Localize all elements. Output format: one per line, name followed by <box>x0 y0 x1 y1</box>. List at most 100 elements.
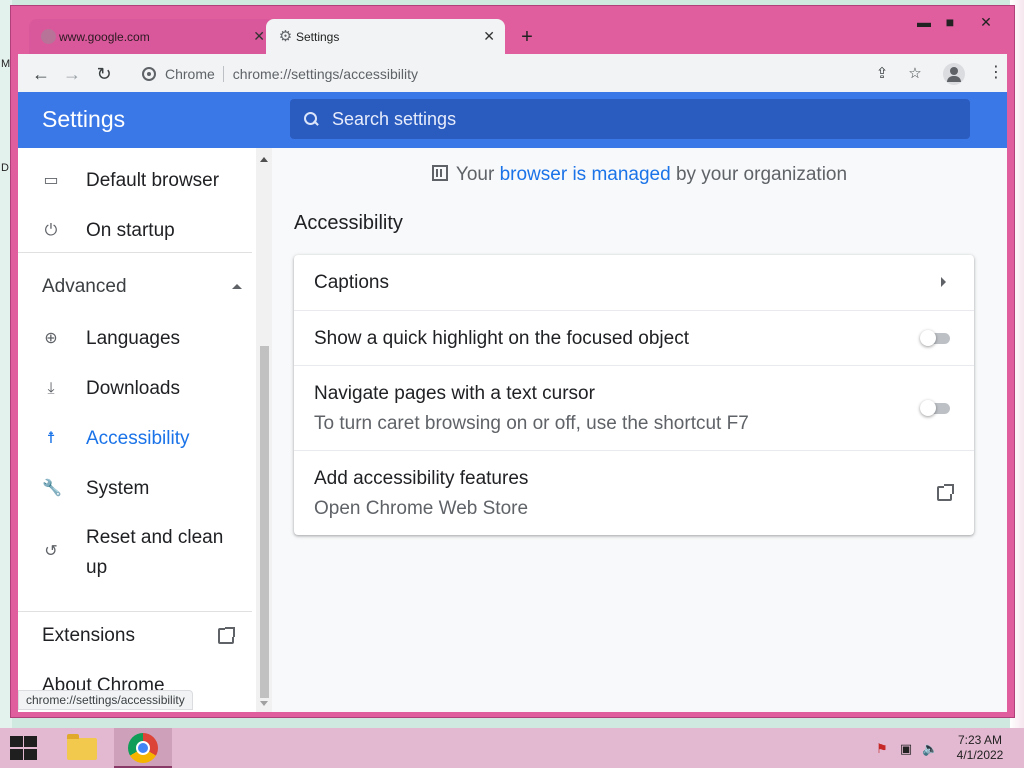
scroll-down-arrow-icon[interactable] <box>260 701 268 706</box>
gear-favicon-icon: ⚙ <box>278 28 293 45</box>
row-subtitle: Open Chrome Web Store <box>314 498 529 519</box>
captions-row[interactable]: Captions <box>294 255 974 310</box>
settings-main: Your browser is managed by your organiza… <box>272 148 1007 712</box>
chrome-menu-icon[interactable]: ⋮ <box>988 62 1004 84</box>
wrench-icon: 🔧 <box>42 480 62 497</box>
managed-suffix: by your organization <box>670 164 848 185</box>
business-building-icon <box>431 165 448 181</box>
sidebar-item-label: On startup <box>86 220 175 241</box>
sidebar-item-label: Extensions <box>42 625 135 646</box>
new-tab-button[interactable]: + <box>516 26 538 48</box>
link-status-bubble: chrome://settings/accessibility <box>18 690 193 710</box>
open-in-new-icon <box>218 627 235 644</box>
row-title: Navigate pages with a text cursor <box>314 383 595 404</box>
open-in-new-icon <box>937 484 954 501</box>
managed-link[interactable]: browser is managed <box>500 164 671 185</box>
tab-strip: www.google.com ✕ ⚙ Settings ✕ + ▬ ■ ✕ <box>11 6 1014 54</box>
toggle-knob <box>920 330 936 346</box>
add-accessibility-features-row[interactable]: Add accessibility features Open Chrome W… <box>294 450 974 535</box>
close-tab-icon[interactable]: ✕ <box>253 28 265 44</box>
focus-highlight-row[interactable]: Show a quick highlight on the focused ob… <box>294 310 974 365</box>
windows-logo-icon <box>24 736 37 747</box>
caret-browsing-row[interactable]: Navigate pages with a text cursor To tur… <box>294 365 974 450</box>
tab-settings[interactable]: ⚙ Settings ✕ <box>266 19 505 54</box>
share-icon[interactable]: ⇪ <box>872 64 892 84</box>
taskbar-chrome[interactable] <box>114 728 172 768</box>
sidebar-item-languages[interactable]: ⊕ Languages <box>18 315 252 363</box>
sidebar-item-label: Downloads <box>86 378 180 399</box>
tab-label: Settings <box>296 29 340 44</box>
desktop-icon-fragment: M <box>1 58 11 70</box>
scroll-thumb[interactable] <box>260 346 269 698</box>
windows-logo-icon <box>10 749 23 760</box>
folder-icon <box>67 734 97 760</box>
start-button[interactable] <box>8 736 38 760</box>
sidebar-item-extensions[interactable]: Extensions <box>18 612 252 660</box>
clock-time: 7:23 AM <box>957 733 1003 747</box>
advanced-section-toggle[interactable]: Advanced <box>42 272 242 302</box>
tab-google[interactable]: www.google.com ✕ <box>29 19 275 54</box>
action-center-flag-icon[interactable]: ⚑ <box>874 741 890 757</box>
sidebar-item-accessibility[interactable]: ☨ Accessibility <box>18 415 252 463</box>
omnibox-url[interactable]: chrome://settings/accessibility <box>224 66 418 82</box>
browser-window-icon: ▭ <box>43 172 59 189</box>
sidebar-item-on-startup[interactable]: ⏻ On startup <box>18 207 252 255</box>
sidebar-item-reset[interactable]: ↺ Reset and clean up <box>18 520 252 584</box>
sidebar-item-downloads[interactable]: ⤓ Downloads <box>18 365 252 413</box>
windows-logo-icon <box>10 736 23 747</box>
page-title: Settings <box>42 106 126 132</box>
maximize-button[interactable]: ■ <box>935 11 965 33</box>
close-window-button[interactable]: ✕ <box>971 11 1001 33</box>
section-heading: Accessibility <box>294 212 403 234</box>
taskbar-file-explorer[interactable] <box>52 728 110 768</box>
row-title: Captions <box>314 272 389 293</box>
arrow-right-icon <box>941 277 946 287</box>
sidebar-item-system[interactable]: 🔧 System <box>18 465 252 513</box>
desktop-icon-fragment: D <box>1 162 9 174</box>
bookmark-star-icon[interactable]: ☆ <box>905 64 925 84</box>
accessibility-card: Captions Show a quick highlight on the f… <box>294 255 974 535</box>
sidebar-item-label: Languages <box>86 328 181 349</box>
browser-toolbar: ← → ↻ Chrome chrome://settings/accessibi… <box>18 54 1007 92</box>
tab-label: www.google.com <box>59 29 150 44</box>
search-input[interactable] <box>332 108 932 130</box>
sidebar-item-label: Accessibility <box>86 428 190 449</box>
profile-avatar-icon[interactable] <box>943 63 965 85</box>
globe-favicon-icon <box>41 29 56 44</box>
sidebar-item-label: System <box>86 478 150 499</box>
sidebar-item-default-browser[interactable]: ▭ Default browser <box>18 157 252 205</box>
close-tab-icon[interactable]: ✕ <box>483 28 495 44</box>
network-icon[interactable]: ▣ <box>898 741 914 757</box>
volume-muted-icon[interactable]: 🔈 <box>922 741 938 757</box>
chrome-icon <box>128 733 158 763</box>
focus-highlight-toggle[interactable] <box>920 330 950 346</box>
sidebar-item-label: Reset and clean <box>86 527 224 548</box>
settings-sidebar: ▭ Default browser ⏻ On startup Advanced … <box>18 148 272 712</box>
managed-prefix: Your <box>455 164 500 185</box>
system-clock[interactable]: 7:23 AM 4/1/2022 <box>950 733 1010 763</box>
caret-up-icon <box>232 284 242 289</box>
address-bar[interactable]: Chrome chrome://settings/accessibility ⇪… <box>133 59 948 88</box>
row-title: Show a quick highlight on the focused ob… <box>314 328 689 349</box>
windows-logo-icon <box>24 749 37 760</box>
toggle-knob <box>920 400 936 416</box>
divider <box>18 252 252 253</box>
accessibility-icon: ☨ <box>46 430 56 447</box>
scroll-up-arrow-icon[interactable] <box>260 157 268 162</box>
settings-header: Settings <box>18 92 1007 148</box>
forward-button[interactable]: → <box>61 63 83 85</box>
globe-icon: ⊕ <box>44 330 58 347</box>
sidebar-scrollbar[interactable] <box>256 148 272 712</box>
power-icon: ⏻ <box>44 222 58 239</box>
search-icon <box>304 112 318 126</box>
caret-browsing-toggle[interactable] <box>920 400 950 416</box>
sidebar-item-label-line2: up <box>86 557 108 578</box>
advanced-label: Advanced <box>42 276 127 297</box>
chrome-window: www.google.com ✕ ⚙ Settings ✕ + ▬ ■ ✕ ← … <box>10 5 1015 718</box>
reload-button[interactable]: ↻ <box>93 63 115 85</box>
row-subtitle: To turn caret browsing on or off, use th… <box>314 413 749 434</box>
back-button[interactable]: ← <box>30 63 52 85</box>
search-box[interactable] <box>290 99 970 139</box>
managed-notice: Your browser is managed by your organiza… <box>272 164 1007 186</box>
clock-date: 4/1/2022 <box>956 748 1004 762</box>
